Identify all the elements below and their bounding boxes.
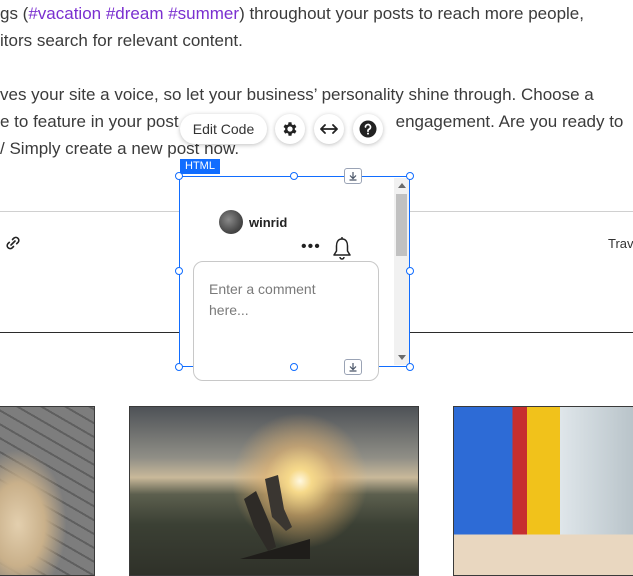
- article-line-1: gs (#vacation #dream #summer) throughout…: [0, 4, 584, 24]
- username: winrid: [249, 215, 288, 230]
- article-line-4: e to feature in your post engagement. Are…: [0, 112, 623, 132]
- link-icon[interactable]: [4, 236, 22, 250]
- resize-handle[interactable]: [175, 172, 183, 180]
- article-text: gs (: [0, 4, 29, 23]
- avatar: [219, 210, 243, 234]
- help-icon: [359, 120, 377, 138]
- resize-handle[interactable]: [175, 363, 183, 371]
- gear-icon: [283, 122, 297, 136]
- more-options-icon[interactable]: •••: [301, 238, 321, 256]
- resize-handle[interactable]: [406, 363, 414, 371]
- settings-button[interactable]: [275, 114, 305, 144]
- scroll-up-arrow-icon[interactable]: [398, 183, 406, 188]
- help-button[interactable]: [353, 114, 383, 144]
- bell-icon[interactable]: [331, 236, 353, 260]
- article-line-3: ves your site a voice, so let your busin…: [0, 85, 594, 104]
- element-type-badge: HTML: [180, 159, 220, 174]
- resize-handle[interactable]: [290, 172, 298, 180]
- resize-handle[interactable]: [406, 267, 414, 275]
- post-image[interactable]: [453, 406, 633, 576]
- boots-illustration: [240, 475, 310, 559]
- anchor-bottom-icon[interactable]: [344, 359, 362, 375]
- post-category-link[interactable]: Trav: [608, 236, 633, 251]
- edit-code-button[interactable]: Edit Code: [180, 114, 267, 144]
- post-image[interactable]: [129, 406, 419, 576]
- resize-handle[interactable]: [406, 172, 414, 180]
- post-image[interactable]: [0, 406, 95, 576]
- article-text: engagement. Are you ready to: [395, 112, 624, 131]
- resize-handle[interactable]: [290, 363, 298, 371]
- article-text: ) throughout your posts to reach more pe…: [239, 4, 584, 23]
- resize-handle[interactable]: [175, 267, 183, 275]
- scrollbar-thumb[interactable]: [396, 194, 407, 256]
- scroll-down-arrow-icon[interactable]: [398, 355, 406, 360]
- stretch-button[interactable]: [314, 114, 344, 144]
- stretch-icon: [320, 124, 338, 134]
- comment-input-placeholder[interactable]: Enter a comment here...: [209, 279, 359, 321]
- article-text: e to feature in your post: [0, 112, 179, 131]
- hashtag-links[interactable]: #vacation #dream #summer: [28, 4, 239, 23]
- article-line-2: itors search for relevant content.: [0, 31, 243, 50]
- anchor-top-icon[interactable]: [344, 168, 362, 184]
